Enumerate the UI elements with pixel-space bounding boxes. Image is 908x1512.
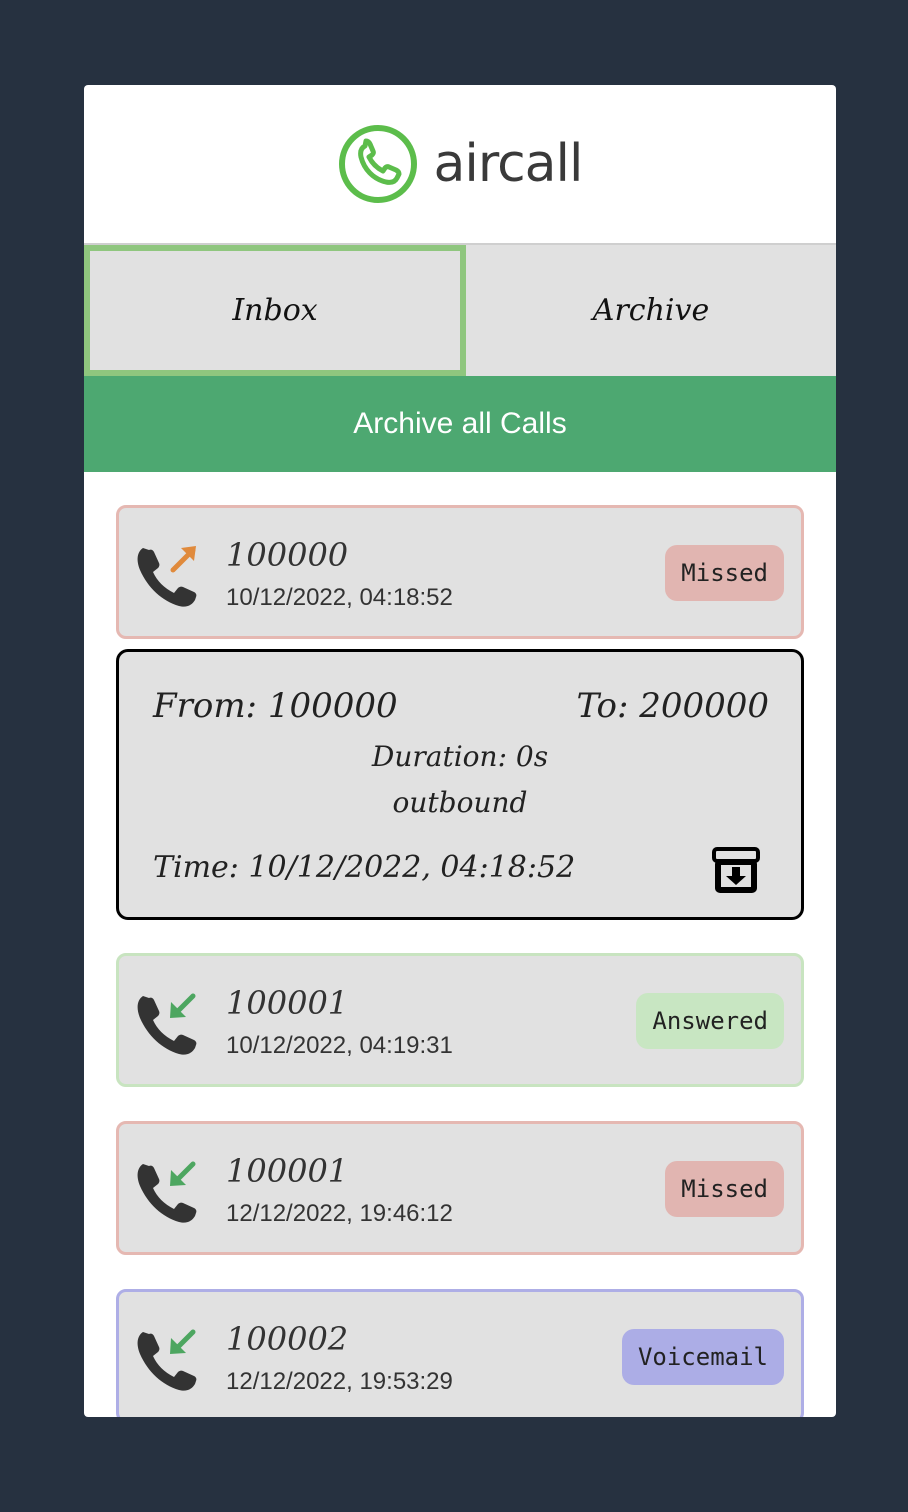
status-badge: Answered: [636, 993, 784, 1049]
phone-icon: [137, 1161, 197, 1223]
brand-name: aircall: [433, 134, 584, 194]
incoming-arrow-icon: [170, 1329, 196, 1354]
detail-from: From: 100000: [153, 686, 398, 726]
call-item[interactable]: 100002 12/12/2022, 19:53:29 Voicemail: [116, 1289, 804, 1417]
archive-icon[interactable]: [711, 845, 761, 895]
call-time: 12/12/2022, 19:53:29: [226, 1368, 453, 1395]
call-item[interactable]: 100001 12/12/2022, 19:46:12 Missed: [116, 1121, 804, 1255]
detail-duration: Duration: 0s: [371, 740, 549, 773]
tab-bar: Inbox Archive: [84, 245, 836, 376]
incoming-arrow-icon: [170, 1161, 196, 1186]
call-time: 12/12/2022, 19:46:12: [226, 1200, 453, 1227]
header: aircall: [84, 85, 836, 245]
call-number: 100001: [226, 1152, 349, 1190]
tab-inbox[interactable]: Inbox: [84, 245, 466, 376]
call-number: 100001: [226, 984, 349, 1022]
call-item[interactable]: 100000 10/12/2022, 04:18:52 Missed: [116, 505, 804, 639]
phone-icon: [137, 546, 197, 607]
call-time: 10/12/2022, 04:19:31: [226, 1032, 453, 1059]
phone-logo-icon: [338, 125, 417, 203]
detail-time: Time: 10/12/2022, 04:18:52: [153, 850, 576, 885]
call-detail-panel: From: 100000 To: 200000 Duration: 0s out…: [116, 649, 804, 920]
phone-icon: [137, 1329, 197, 1391]
call-number: 100000: [226, 536, 349, 574]
detail-to: To: 200000: [576, 686, 769, 726]
status-badge: Missed: [665, 545, 784, 601]
app-window: aircall Inbox Archive Archive all Calls …: [84, 85, 836, 1417]
status-badge: Voicemail: [621, 1329, 784, 1385]
status-badge: Missed: [665, 1161, 784, 1217]
incoming-arrow-icon: [170, 993, 196, 1018]
call-time: 10/12/2022, 04:18:52: [226, 584, 453, 611]
aircall-logo: aircall: [338, 124, 583, 204]
phone-icon: [137, 993, 197, 1055]
call-number: 100002: [226, 1320, 349, 1358]
tab-archive[interactable]: Archive: [466, 245, 836, 376]
call-list: 100000 10/12/2022, 04:18:52 Missed From:…: [84, 472, 836, 1417]
outgoing-arrow-icon: [170, 546, 196, 573]
call-item[interactable]: 100001 10/12/2022, 04:19:31 Answered: [116, 953, 804, 1087]
detail-direction: outbound: [392, 786, 528, 819]
archive-all-button[interactable]: Archive all Calls: [84, 376, 836, 472]
